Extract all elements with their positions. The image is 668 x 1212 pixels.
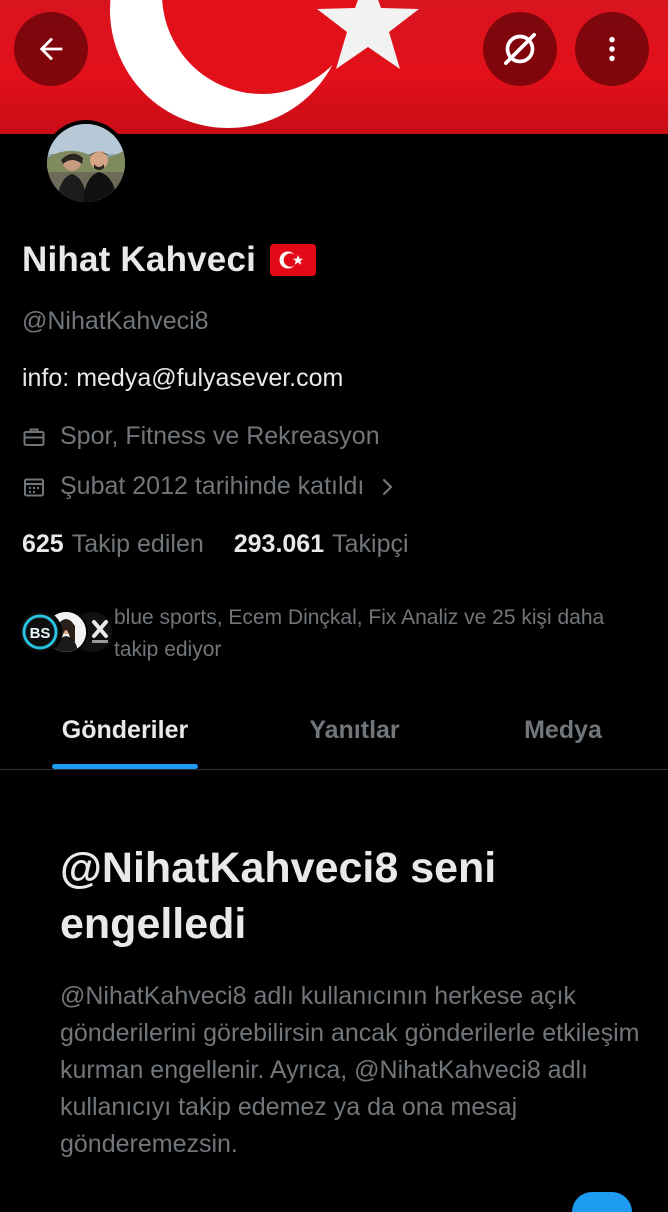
back-button[interactable] <box>14 12 88 86</box>
category-label: Spor, Fitness ve Rekreasyon <box>60 422 380 450</box>
avatar-photo <box>47 124 125 202</box>
profile-avatar[interactable] <box>43 120 129 206</box>
profile-name: Nihat Kahveci <box>22 240 257 279</box>
followers-you-know-avatars: BS <box>18 602 114 658</box>
blocked-description: @NihatKahveci8 adlı kullanıcının herkese… <box>60 982 640 1158</box>
more-vertical-icon <box>609 36 615 62</box>
turkish-flag-banner <box>110 0 419 128</box>
follower-avatar: BS <box>18 610 62 654</box>
svg-text:BS: BS <box>30 625 51 642</box>
turkey-flag-icon <box>270 244 317 276</box>
joined-label: Şubat 2012 tarihinde katıldı <box>60 472 365 500</box>
followers-link[interactable]: 293.061 Takipçi <box>234 530 409 559</box>
calendar-icon <box>22 474 48 500</box>
compose-button[interactable] <box>572 1192 632 1212</box>
arrow-left-icon <box>39 37 63 61</box>
chevron-right-icon <box>380 475 396 499</box>
profile-banner[interactable] <box>0 0 668 134</box>
profile-handle: @NihatKahveci8 <box>22 307 209 335</box>
tab-posts[interactable]: Gönderiler <box>30 690 220 770</box>
followers-count: 293.061 <box>233 530 325 558</box>
followers-you-know[interactable]: BS blue sports, Ecem Dinçkal, Fix Analiz… <box>18 602 648 666</box>
profile-tabs: Gönderiler Yanıtlar Medya <box>0 690 668 770</box>
briefcase-icon <box>22 424 48 450</box>
profile-category: Spor, Fitness ve Rekreasyon <box>22 422 380 451</box>
eye-slash-icon <box>504 33 536 65</box>
profile-bio: info: medya@fulyasever.com <box>22 364 344 392</box>
followers-label: Takipçi <box>332 530 409 558</box>
followers-you-know-text: blue sports, Ecem Dinçkal, Fix Analiz ve… <box>114 606 605 661</box>
following-label: Takip edilen <box>71 530 204 558</box>
hide-button[interactable] <box>483 12 557 86</box>
tab-replies[interactable]: Yanıtlar <box>262 690 447 770</box>
following-count: 625 <box>22 530 64 558</box>
more-options-button[interactable] <box>575 12 649 86</box>
profile-name-row: Nihat Kahveci <box>22 240 317 280</box>
active-tab-indicator <box>52 764 198 769</box>
following-link[interactable]: 625 Takip edilen <box>22 530 204 559</box>
profile-joined[interactable]: Şubat 2012 tarihinde katıldı <box>22 472 396 501</box>
blocked-title: @NihatKahveci8 seni engelledi <box>60 844 497 948</box>
tab-media[interactable]: Medya <box>488 690 638 770</box>
follow-stats: 625 Takip edilen 293.061 Takipçi <box>22 530 439 559</box>
